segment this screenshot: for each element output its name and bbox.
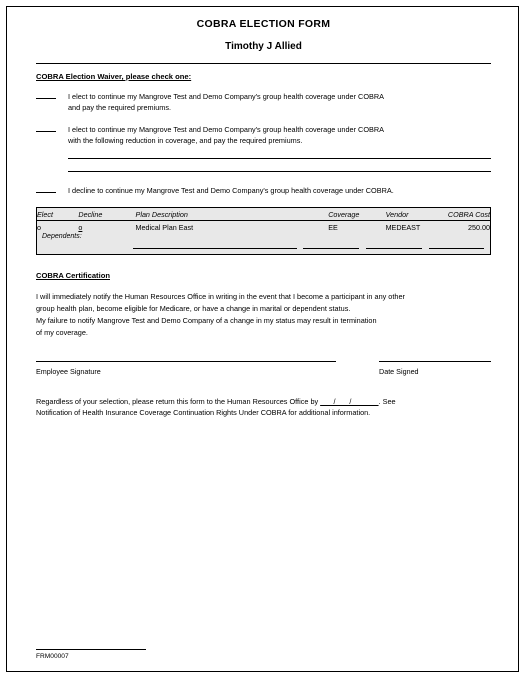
page-title: COBRA ELECTION FORM <box>196 18 331 30</box>
cell-coverage: EE <box>328 223 338 233</box>
waiver-option-2-line2: with the following reduction in coverage… <box>68 135 303 145</box>
dependents-line-coverage[interactable] <box>303 248 360 250</box>
waiver-option-elect-continue[interactable]: I elect to continue my Mangrove Test and… <box>36 91 491 114</box>
column-header-decline: Decline <box>78 208 136 222</box>
dependents-line-cost[interactable] <box>428 248 484 250</box>
closing-line-1: Regardless of your selection, please ret… <box>36 396 491 408</box>
waiver-option-2-blank[interactable] <box>36 130 56 132</box>
certification-line-2: group health plan, become eligible for M… <box>36 304 351 314</box>
column-header-vendor: Vendor <box>385 208 448 222</box>
column-header-coverage: Coverage <box>328 208 386 222</box>
certification-line-3: My failure to notify Mangrove Test and D… <box>36 316 377 326</box>
plan-table-container: Elect Decline Plan Description Coverage … <box>36 207 491 256</box>
date-signed-label: Date Signed <box>379 366 419 376</box>
cell-elect-radio[interactable]: o <box>37 221 78 234</box>
signature-row: Employee Signature Date Signed <box>36 360 491 376</box>
dependents-label: Dependents: <box>42 233 82 241</box>
dependents-line-vendor[interactable] <box>366 248 422 250</box>
cell-cobra-cost: 250.00 <box>468 223 490 233</box>
cell-plan-description: Medical Plan East <box>135 223 194 233</box>
closing-instructions: Regardless of your selection, please ret… <box>36 396 491 419</box>
date-signed-field[interactable]: Date Signed <box>379 360 491 376</box>
employee-signature-label: Employee Signature <box>36 366 101 376</box>
closing-text-after-date: . See <box>378 396 396 406</box>
elect-radio-icon[interactable]: o <box>37 223 41 232</box>
waiver-option-2-line1: I elect to continue my Mangrove Test and… <box>68 124 385 134</box>
column-header-elect: Elect <box>37 208 79 222</box>
date-signed-line[interactable] <box>379 360 491 362</box>
plan-table-header-row: Elect Decline Plan Description Coverage … <box>37 208 490 222</box>
closing-line-2: Notification of Health Insurance Coverag… <box>36 408 371 418</box>
decline-radio-icon[interactable]: o <box>78 223 82 232</box>
waiver-option-1-text: I elect to continue my Mangrove Test and… <box>68 91 384 114</box>
dependents-line-plan[interactable] <box>133 248 298 250</box>
footer-divider <box>36 649 146 650</box>
return-date-blank[interactable]: ___/___/______ <box>320 397 378 406</box>
waiver-heading: COBRA Election Waiver, please check one: <box>36 72 192 81</box>
waiver-option-1-blank[interactable] <box>36 98 56 99</box>
waiver-option-1-line2: and pay the required premiums. <box>68 103 172 113</box>
column-header-plan-description: Plan Description <box>135 208 329 222</box>
waiver-option-1-line1: I elect to continue my Mangrove Test and… <box>68 92 385 101</box>
cell-vendor: MEDEAST <box>385 223 421 233</box>
reduction-writein-line-1[interactable] <box>68 158 491 160</box>
waiver-decline-line: I decline to continue my Mangrove Test a… <box>68 186 394 196</box>
dependents-writein-row <box>37 240 490 254</box>
column-header-cobra-cost: COBRA Cost <box>447 208 490 222</box>
waiver-option-decline[interactable]: I decline to continue my Mangrove Test a… <box>36 185 491 196</box>
certification-line-4: of my coverage. <box>36 327 88 337</box>
employee-signature-field[interactable]: Employee Signature <box>36 360 336 376</box>
closing-text-before-date: Regardless of your selection, please ret… <box>36 396 321 406</box>
employee-signature-line[interactable] <box>36 360 336 362</box>
footer: FRM00007 <box>36 649 146 660</box>
waiver-decline-blank[interactable] <box>36 192 56 194</box>
waiver-decline-text: I decline to continue my Mangrove Test a… <box>68 185 394 196</box>
cell-decline-radio[interactable]: o <box>78 221 135 234</box>
plan-table: Elect Decline Plan Description Coverage … <box>37 208 490 233</box>
table-row: o o Medical Plan East EE MEDEAST 250.00 <box>37 221 490 234</box>
employee-name: Timothy J Allied <box>225 41 302 52</box>
plan-table-head: Elect Decline Plan Description Coverage … <box>37 208 490 222</box>
plan-table-body: o o Medical Plan East EE MEDEAST 250.00 <box>37 221 490 234</box>
document-content: COBRA ELECTION FORM Timothy J Allied COB… <box>36 14 491 419</box>
waiver-option-elect-reduced[interactable]: I elect to continue my Mangrove Test and… <box>36 124 491 147</box>
certification-heading: COBRA Certification <box>36 271 110 281</box>
cobra-election-form-page: COBRA ELECTION FORM Timothy J Allied COB… <box>0 0 525 678</box>
form-id: FRM00007 <box>36 653 69 660</box>
waiver-option-2-text: I elect to continue my Mangrove Test and… <box>68 124 384 147</box>
certification-line-1: I will immediately notify the Human Reso… <box>36 292 405 302</box>
certification-body: I will immediately notify the Human Reso… <box>36 291 491 338</box>
reduction-writein-line-2[interactable] <box>68 171 491 173</box>
header-divider <box>36 63 491 64</box>
